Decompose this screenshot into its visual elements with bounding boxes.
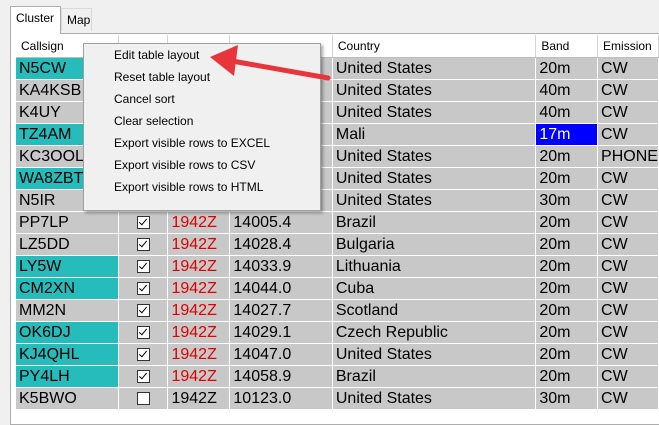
red-arrow-icon	[210, 45, 331, 81]
